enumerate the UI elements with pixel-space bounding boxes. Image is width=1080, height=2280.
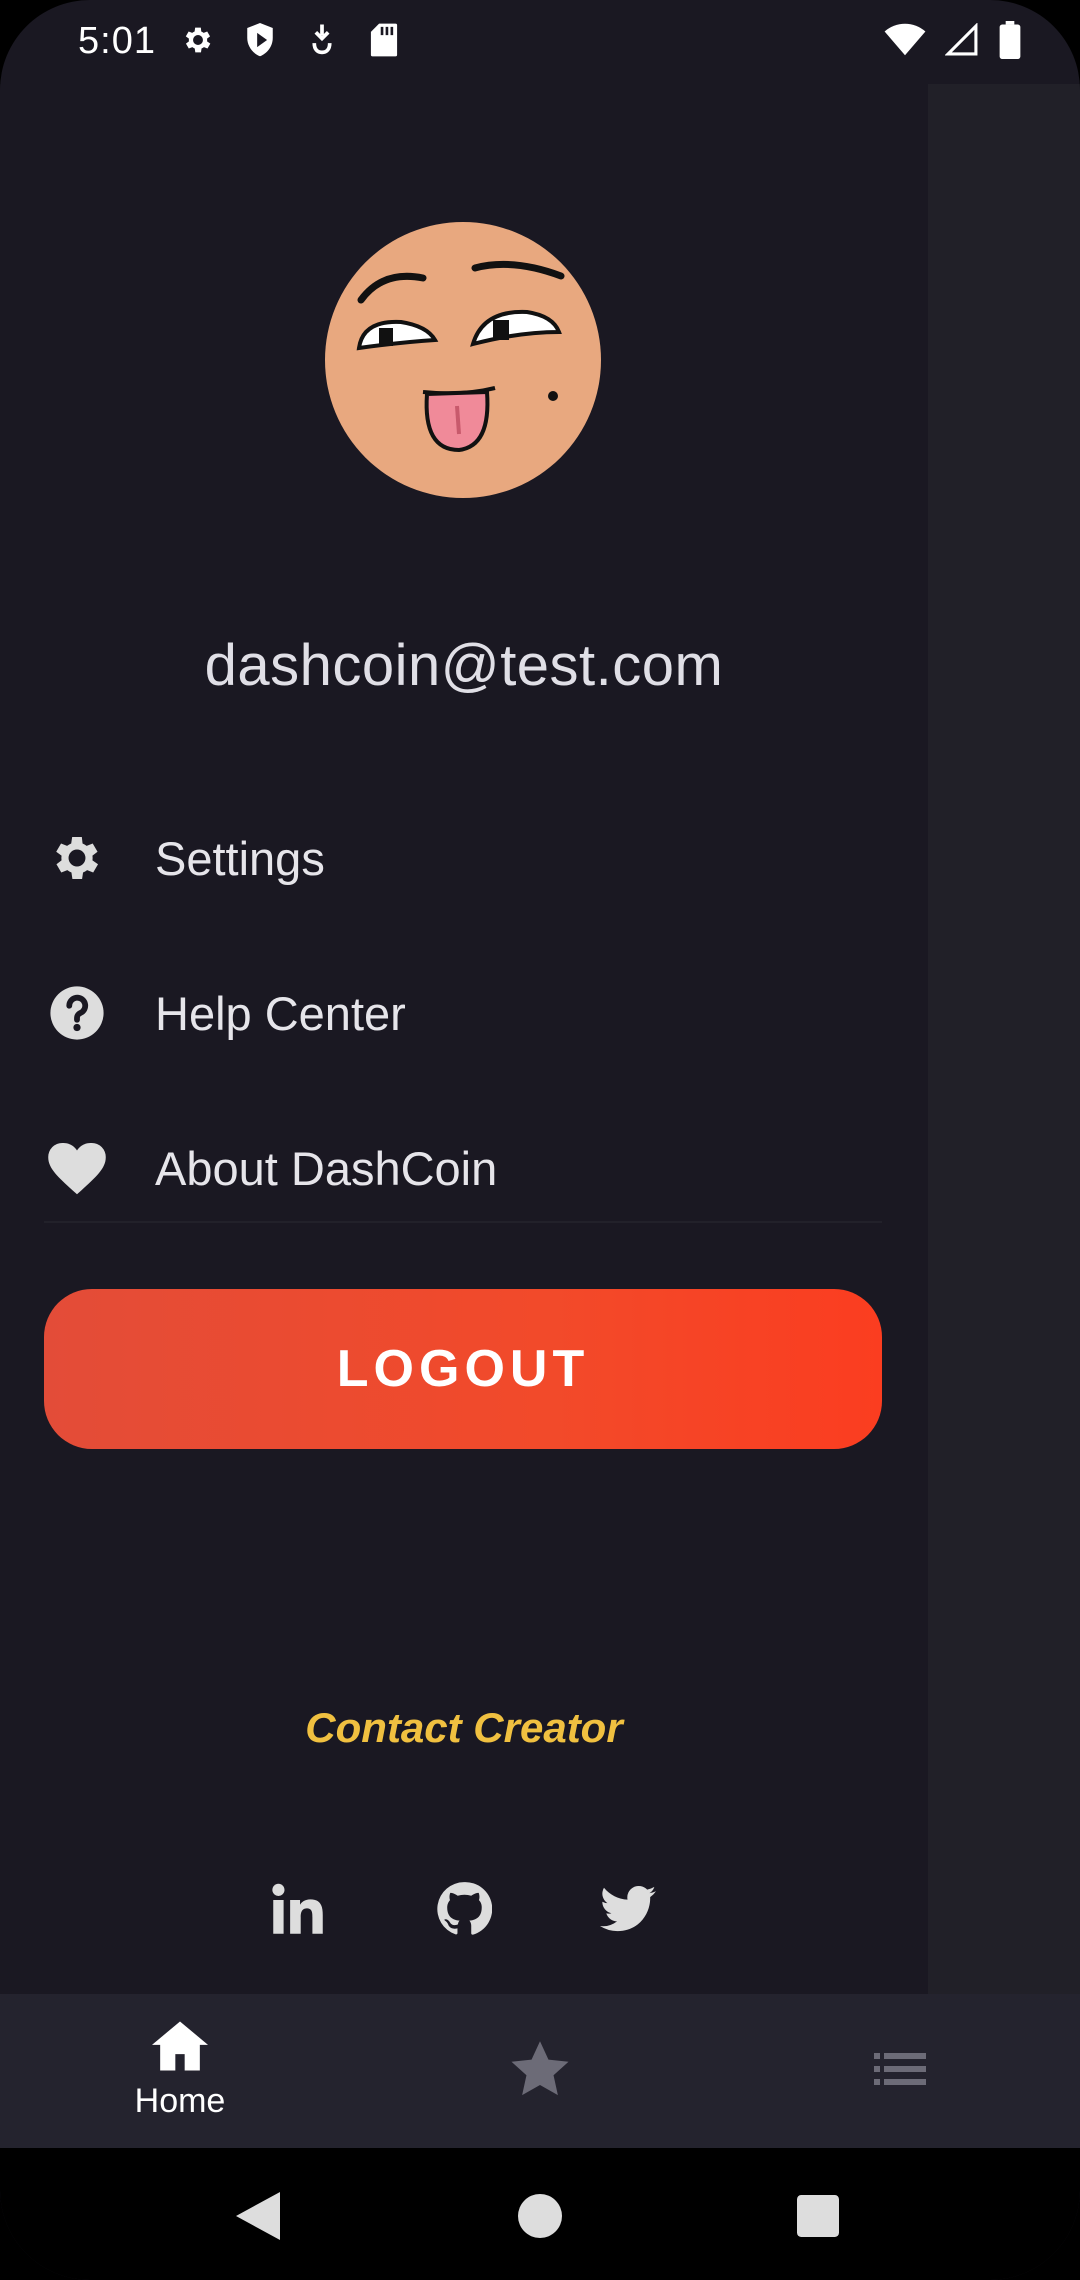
back-icon[interactable] <box>228 2186 288 2246</box>
status-left-icons <box>180 20 402 60</box>
star-icon <box>511 2040 569 2102</box>
sd-card-icon <box>366 20 402 60</box>
divider <box>44 1221 882 1223</box>
gear-icon <box>46 827 108 889</box>
status-time: 5:01 <box>78 20 156 62</box>
avatar <box>323 220 603 500</box>
menu-item-label: Settings <box>155 831 325 885</box>
contact-creator-label: Contact Creator <box>305 1704 623 1751</box>
github-icon[interactable] <box>434 1879 494 1939</box>
logout-button[interactable]: LOGOUT <box>44 1289 882 1449</box>
app-screen: 5:01 dashcoin@test.com Settings Help Cen… <box>0 0 1080 2280</box>
wifi-icon <box>884 20 926 60</box>
home-icon <box>152 2021 208 2076</box>
nav-home[interactable]: Home <box>0 1994 360 2148</box>
nav-home-label: Home <box>134 2082 226 2120</box>
help-circle-icon <box>46 982 108 1044</box>
nav-list[interactable] <box>720 1994 1080 2148</box>
battery-icon <box>998 20 1022 60</box>
shield-play-icon <box>242 20 278 60</box>
gear-icon <box>180 20 216 60</box>
user-email: dashcoin@test.com <box>204 633 724 698</box>
twitter-icon[interactable] <box>598 1879 658 1939</box>
status-bar: 5:01 <box>0 0 1080 84</box>
nav-favorites[interactable] <box>360 1994 720 2148</box>
menu-item-help-center[interactable]: Help Center <box>0 953 928 1073</box>
heart-icon <box>46 1137 108 1199</box>
menu-item-label: About DashCoin <box>155 1141 498 1195</box>
menu-item-settings[interactable]: Settings <box>0 798 928 918</box>
list-icon <box>873 2052 927 2090</box>
cell-signal-icon <box>944 20 980 60</box>
menu-item-label: Help Center <box>155 986 406 1040</box>
linkedin-icon[interactable] <box>268 1879 328 1939</box>
bottom-navigation: Home <box>0 1994 1080 2148</box>
home-circle-icon[interactable] <box>510 2186 570 2246</box>
download-icon <box>304 20 340 60</box>
recents-square-icon[interactable] <box>788 2186 848 2246</box>
navigation-drawer: dashcoin@test.com Settings Help Center A… <box>0 84 928 1994</box>
scrim-content[interactable] <box>928 84 1080 1994</box>
status-right-icons <box>884 20 1022 60</box>
system-navigation-bar <box>0 2148 1080 2280</box>
menu-item-about[interactable]: About DashCoin <box>0 1108 928 1228</box>
